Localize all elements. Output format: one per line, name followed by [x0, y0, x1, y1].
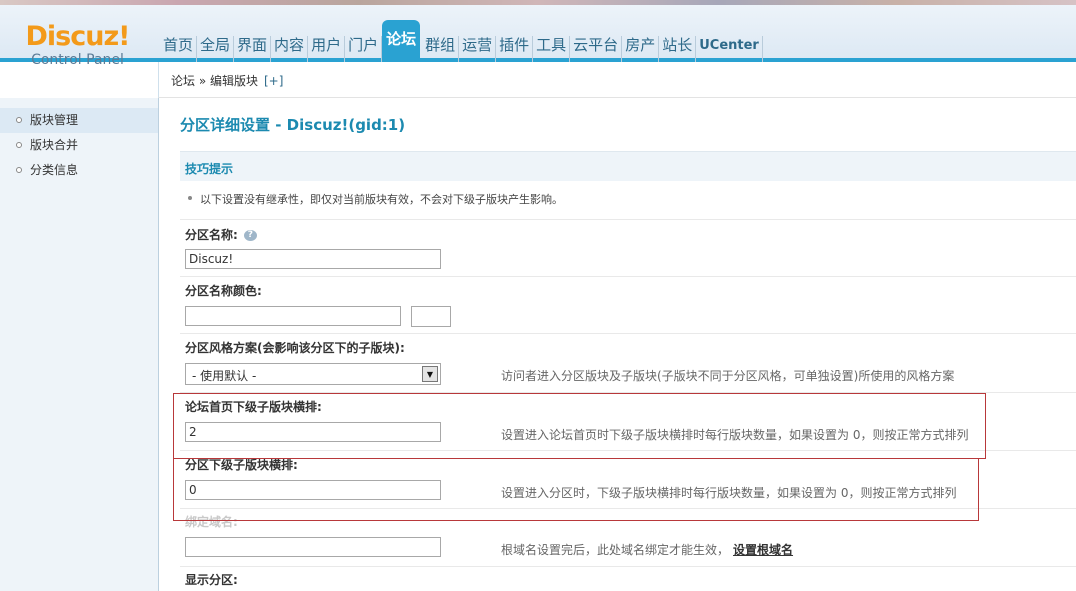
color-picker-button[interactable]: [411, 306, 451, 327]
nav-item-forum[interactable]: 论坛: [382, 20, 421, 62]
nav-item-home[interactable]: 首页: [160, 36, 198, 62]
domain-hint: 根域名设置完后，此处域名绑定才能生效， 设置根域名: [501, 541, 793, 558]
domain-hint-text: 根域名设置完后，此处域名绑定才能生效，: [501, 543, 730, 557]
field-label-name: 分区名称:?: [185, 226, 257, 243]
tip-text: 以下设置没有继承性，即仅对当前版块有效，不会对下级子版块产生影响。: [188, 191, 563, 207]
breadcrumb-add-button[interactable]: [+]: [264, 74, 283, 88]
divider: [180, 276, 1076, 277]
forum-name-input[interactable]: [185, 249, 441, 269]
nav-item-global[interactable]: 全局: [197, 36, 235, 62]
tips-title: 技巧提示: [185, 162, 234, 176]
nav-item-content[interactable]: 内容: [271, 36, 309, 62]
bullet-icon: [16, 142, 22, 148]
nav-item-plugins[interactable]: 插件: [496, 36, 534, 62]
tip-text-content: 以下设置没有继承性，即仅对当前版块有效，不会对下级子版块产生影响。: [200, 193, 563, 206]
nav-item-webmaster[interactable]: 站长: [659, 36, 697, 62]
nav-item-operations[interactable]: 运营: [459, 36, 497, 62]
breadcrumb: 论坛 » 编辑版块 [+]: [171, 72, 283, 89]
nav-item-users[interactable]: 用户: [308, 36, 346, 62]
set-root-domain-link[interactable]: 设置根域名: [733, 543, 793, 557]
sidebar-item-label: 版块管理: [30, 113, 79, 127]
field-label-show: 显示分区:: [185, 573, 238, 587]
divider: [180, 566, 1076, 567]
field-label-color: 分区名称颜色:: [185, 284, 262, 298]
tips-header: 技巧提示: [180, 151, 1076, 181]
style-select-value: - 使用默认 -: [192, 369, 257, 383]
nav-item-cloud[interactable]: 云平台: [570, 36, 623, 62]
nav-item-portal[interactable]: 门户: [345, 36, 383, 62]
sidebar-item-thread-types[interactable]: 分类信息: [0, 158, 158, 183]
breadcrumb-path: 论坛 » 编辑版块: [171, 74, 258, 88]
page-title: 分区详细设置 - Discuz!(gid:1): [180, 116, 406, 134]
nav-item-ucenter[interactable]: UCenter: [696, 36, 763, 62]
nav-item-interface[interactable]: 界面: [234, 36, 272, 62]
divider: [180, 333, 1076, 334]
style-select[interactable]: - 使用默认 - ▼: [185, 363, 441, 385]
help-bubble-icon[interactable]: ?: [243, 230, 257, 241]
highlight-box: [173, 458, 979, 521]
forum-color-input[interactable]: [185, 306, 401, 326]
nav-item-tools[interactable]: 工具: [533, 36, 571, 62]
sidebar-item-label: 分类信息: [30, 163, 79, 177]
bullet-icon: [16, 117, 22, 123]
dropdown-arrow-icon[interactable]: ▼: [422, 366, 438, 382]
nav-item-groups[interactable]: 群组: [422, 36, 460, 62]
field-label-style: 分区风格方案(会影响该分区下的子版块):: [185, 341, 405, 355]
logo[interactable]: Discuz! Control Panel: [0, 21, 155, 69]
logo-sub: Control Panel: [31, 52, 124, 68]
header: Discuz! Control Panel 首页 全局 界面 内容 用户 门户 …: [0, 0, 1076, 68]
domain-input[interactable]: [185, 537, 441, 557]
sidebar: 版块管理 版块合并 分类信息: [0, 98, 159, 591]
sidebar-item-forum-manage[interactable]: 版块管理: [0, 108, 158, 133]
bullet-icon: [188, 196, 192, 200]
style-hint: 访问者进入分区版块及子版块(子版块不同于分区风格，可单独设置)所使用的风格方案: [501, 369, 955, 383]
logo-main: Discuz!: [25, 21, 131, 52]
top-nav: 首页 全局 界面 内容 用户 门户 论坛 群组 运营 插件 工具 云平台 房产 …: [160, 0, 763, 62]
bullet-icon: [16, 167, 22, 173]
highlight-box: [173, 393, 986, 459]
sidebar-item-forum-merge[interactable]: 版块合并: [0, 133, 158, 158]
divider: [180, 219, 1076, 220]
breadcrumb-bar: 论坛 » 编辑版块 [+]: [158, 62, 1076, 98]
nav-item-realestate[interactable]: 房产: [622, 36, 660, 62]
sidebar-item-label: 版块合并: [30, 138, 79, 152]
